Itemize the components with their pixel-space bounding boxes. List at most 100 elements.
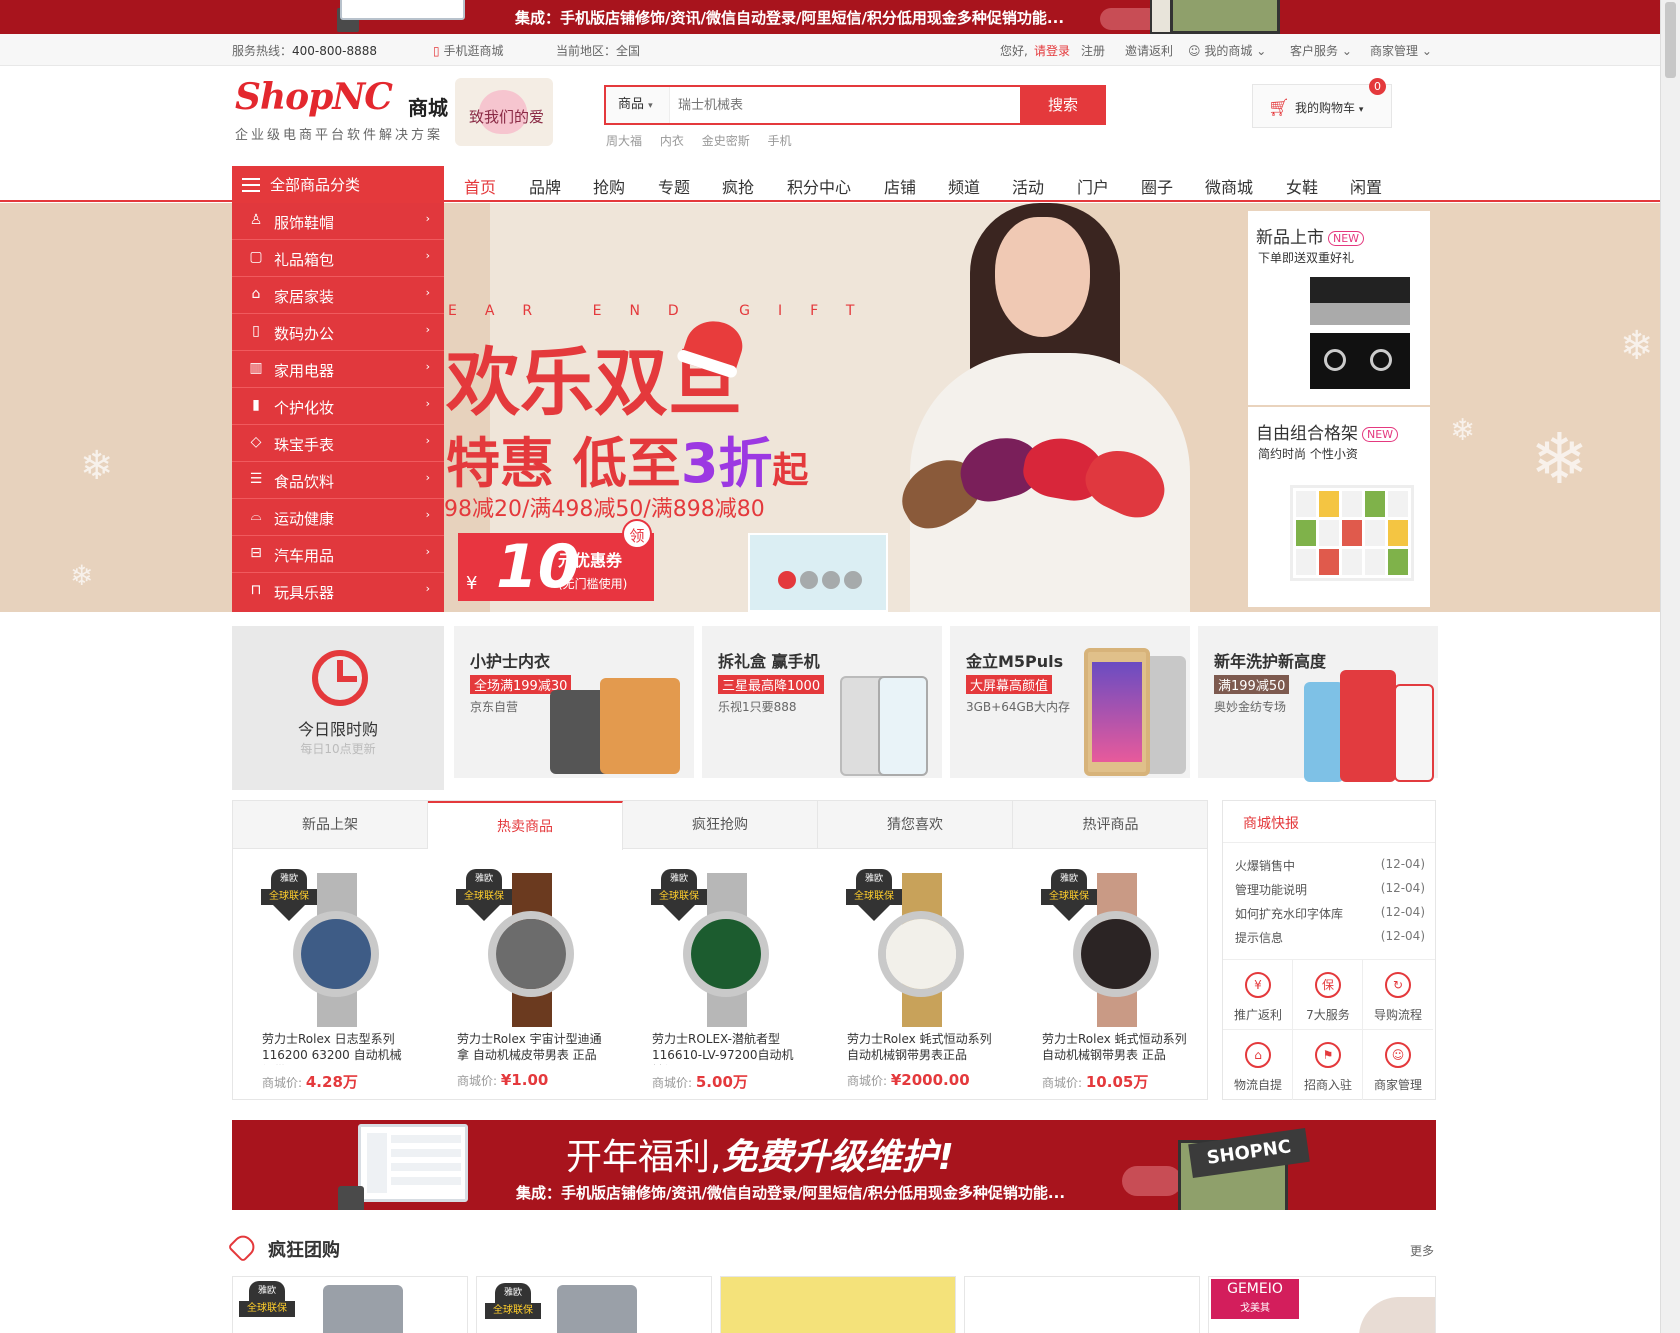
vertical-scrollbar[interactable] <box>1660 0 1680 1333</box>
side-promo-shelf[interactable]: 自由组合格架 NEW 简约时尚 个性小资 <box>1248 407 1430 607</box>
product-image[interactable]: 雅欧 全球联保 <box>635 863 803 1029</box>
tab-new-arrivals[interactable]: 新品上架 <box>233 801 428 849</box>
product-image[interactable]: 雅欧 全球联保 <box>1025 863 1193 1029</box>
promo-card[interactable]: 金立M5Puls 大屏幕高颜值 3GB+64GB大内存 <box>950 626 1190 778</box>
side-promo-new-arrival[interactable]: 新品上市 NEW 下单即送双重好礼 <box>1248 211 1430 405</box>
hero-coupon[interactable]: ¥ 10 元优惠券 (无门槛使用) 领 <box>458 519 654 601</box>
hot-word-link[interactable]: 内衣 <box>660 134 684 148</box>
product-name[interactable]: 劳力士Rolex 蚝式恒动系列 自动机械钢带男表 正品116231- <box>1042 1031 1192 1065</box>
tab-recommended[interactable]: 猜您喜欢 <box>818 801 1013 849</box>
nav-item-micro-mall[interactable]: 微商城 <box>1205 174 1253 198</box>
news-item[interactable]: 管理功能说明 (12-04) <box>1235 881 1427 898</box>
nav-item-activity[interactable]: 活动 <box>1012 174 1044 198</box>
hot-word-link[interactable]: 金史密斯 <box>702 134 750 148</box>
group-buy-card[interactable]: 雅欧 全球联保 <box>232 1276 468 1333</box>
service-item[interactable]: 保 7大服务 <box>1293 960 1363 1030</box>
group-buy-card[interactable]: GEMEIO 戈美其 <box>1208 1276 1436 1333</box>
category-item[interactable]: ◇ 珠宝手表 › <box>232 425 444 462</box>
search-input[interactable] <box>672 87 1022 123</box>
category-item[interactable]: ▮ 个护化妆 › <box>232 388 444 425</box>
category-item[interactable]: ♙ 服饰鞋帽 › <box>232 203 444 240</box>
group-buy-card[interactable] <box>964 1276 1200 1333</box>
tab-crazy-rush[interactable]: 疯狂抢购 <box>623 801 818 849</box>
slider-dot[interactable] <box>844 571 862 589</box>
product-card[interactable]: 雅欧全球联保劳力士Rolex 蚝式恒动系列 自动机械钢带男表 正品116231-… <box>1025 863 1193 1093</box>
tab-top-reviewed[interactable]: 热评商品 <box>1013 801 1208 849</box>
category-item[interactable]: ⌂ 家居家装 › <box>232 277 444 314</box>
nav-item-rush[interactable]: 疯抢 <box>722 174 754 198</box>
service-item[interactable]: ↻ 导购流程 <box>1363 960 1433 1030</box>
service-item[interactable]: ☺ 商家管理 <box>1363 1030 1433 1100</box>
mobile-mall-link[interactable]: ▯ 手机逛商城 <box>433 42 503 59</box>
mid-promo-banner[interactable]: 开年福利,免费升级维护! 集成：手机版店铺修饰/资讯/微信自动登录/阿里短信/积… <box>232 1120 1436 1210</box>
nav-item-women-shoes[interactable]: 女鞋 <box>1286 174 1318 198</box>
product-card[interactable]: 雅欧全球联保劳力士Rolex 蚝式恒动系列自动机械钢带男表正品116523- 商城… <box>830 863 998 1093</box>
scrollbar-thumb[interactable] <box>1665 2 1676 78</box>
news-item[interactable]: 火爆销售中 (12-04) <box>1235 857 1427 874</box>
invite-link[interactable]: 邀请返利 <box>1125 42 1173 59</box>
category-item[interactable]: ⊟ 汽车用品 › <box>232 536 444 573</box>
tab-hot-sale[interactable]: 热卖商品 <box>428 801 623 850</box>
hot-word-link[interactable]: 手机 <box>768 134 792 148</box>
category-item[interactable]: ▥ 家用电器 › <box>232 351 444 388</box>
product-name[interactable]: 劳力士Rolex 蚝式恒动系列自动机械钢带男表正品116523- <box>847 1031 997 1065</box>
search-category-select[interactable]: 商品 ▾ <box>606 87 670 123</box>
product-card[interactable]: 雅欧全球联保劳力士Rolex 日志型系列 116200 63200 自动机械钢带… <box>245 863 413 1093</box>
all-categories-button[interactable]: 全部商品分类 <box>232 166 444 204</box>
product-name[interactable]: 劳力士ROLEX-潜航者型 116610-LV-97200自动机械钢 <box>652 1031 802 1065</box>
customer-service-menu[interactable]: 客户服务 ⌄ <box>1290 42 1352 59</box>
product-image[interactable]: 雅欧 全球联保 <box>440 863 608 1029</box>
promo-card[interactable]: 小护士内衣 全场满199减30 京东自营 <box>454 626 694 778</box>
group-buy-card[interactable] <box>720 1276 956 1333</box>
promo-card[interactable]: 新年洗护新高度 满199减50 奥妙金纺专场 <box>1198 626 1438 782</box>
user-icon: ☺ <box>1188 44 1201 58</box>
merchant-menu[interactable]: 商家管理 ⌄ <box>1370 42 1432 59</box>
nav-item-idle[interactable]: 闲置 <box>1350 174 1382 198</box>
promo-card[interactable]: 拆礼盒 赢手机 三星最高降1000 乐视1只要888 <box>702 626 942 778</box>
slider-dot[interactable] <box>800 571 818 589</box>
nav-item-stores[interactable]: 店铺 <box>884 174 916 198</box>
hot-word-link[interactable]: 周大福 <box>606 134 642 148</box>
service-item[interactable]: ⚑ 招商入驻 <box>1293 1030 1363 1100</box>
nav-item-points[interactable]: 积分中心 <box>787 174 851 198</box>
group-buy-card[interactable]: 雅欧 全球联保 <box>476 1276 712 1333</box>
more-link[interactable]: 更多 <box>1410 1242 1434 1259</box>
product-name[interactable]: 劳力士Rolex 宇宙计型迪通拿 自动机械皮带男表 正品 <box>457 1031 607 1065</box>
product-card[interactable]: 雅欧全球联保劳力士ROLEX-潜航者型 116610-LV-97200自动机械钢… <box>635 863 803 1093</box>
nav-item-topic[interactable]: 专题 <box>658 174 690 198</box>
product-card[interactable]: 雅欧 全球联保 劳力士Rolex 宇宙计型迪通拿 自动机械皮带男表 正品 商城价: ¥… <box>440 863 608 1093</box>
login-link[interactable]: 请登录 <box>1034 42 1070 59</box>
mid-banner-text: 集成：手机版店铺修饰/资讯/微信自动登录/阿里短信/积分低用现金多种促销功能..… <box>516 1184 1066 1202</box>
nav-item-home[interactable]: 首页 <box>464 174 496 198</box>
nav-item-portal[interactable]: 门户 <box>1077 174 1109 198</box>
cart-button[interactable]: 🛒︎ 我的购物车 ▾ 0 <box>1252 78 1392 128</box>
news-item[interactable]: 如何扩充水印字体库 (12-04) <box>1235 905 1427 922</box>
love-promo-image[interactable]: 致我们的爱 <box>455 78 553 146</box>
site-logo[interactable]: ShopNC 商城 企业级电商平台软件解决方案 <box>235 76 450 143</box>
time-limited-buy[interactable]: 今日限时购 每日10点更新 <box>232 626 444 790</box>
category-item[interactable]: ⌓ 运动健康 › <box>232 499 444 536</box>
product-image[interactable]: 雅欧 全球联保 <box>245 863 413 1029</box>
nav-item-brand[interactable]: 品牌 <box>529 174 561 198</box>
region-selector[interactable]: 当前地区：全国 <box>556 42 640 59</box>
watch-dial <box>1081 919 1151 989</box>
nav-item-channel[interactable]: 频道 <box>948 174 980 198</box>
news-item[interactable]: 提示信息 (12-04) <box>1235 929 1427 946</box>
nav-item-flashbuy[interactable]: 抢购 <box>593 174 625 198</box>
product-name[interactable]: 劳力士Rolex 日志型系列 116200 63200 自动机械钢带 <box>262 1031 412 1065</box>
my-mall-menu[interactable]: ☺ 我的商城 ⌄ <box>1188 42 1266 59</box>
service-item[interactable]: ⌂ 物流自提 <box>1223 1030 1293 1100</box>
category-item[interactable]: ▢ 礼品箱包 › <box>232 240 444 277</box>
product-image[interactable]: 雅欧 全球联保 <box>830 863 998 1029</box>
slider-dot[interactable] <box>778 571 796 589</box>
category-item[interactable]: ▯ 数码办公 › <box>232 314 444 351</box>
search-button[interactable]: 搜索 <box>1020 85 1106 125</box>
top-promo-banner[interactable]: 集成：手机版店铺修饰/资讯/微信自动登录/阿里短信/积分低用现金多种促销功能..… <box>0 0 1660 34</box>
category-item[interactable]: ☰ 食品饮料 › <box>232 462 444 499</box>
slider-dot[interactable] <box>822 571 840 589</box>
top-banner-text: 集成：手机版店铺修饰/资讯/微信自动登录/阿里短信/积分低用现金多种促销功能..… <box>515 9 1065 27</box>
nav-item-circle[interactable]: 圈子 <box>1141 174 1173 198</box>
register-link[interactable]: 注册 <box>1081 42 1105 59</box>
service-item[interactable]: ¥ 推广返利 <box>1223 960 1293 1030</box>
category-item[interactable]: ⊓ 玩具乐器 › <box>232 573 444 610</box>
